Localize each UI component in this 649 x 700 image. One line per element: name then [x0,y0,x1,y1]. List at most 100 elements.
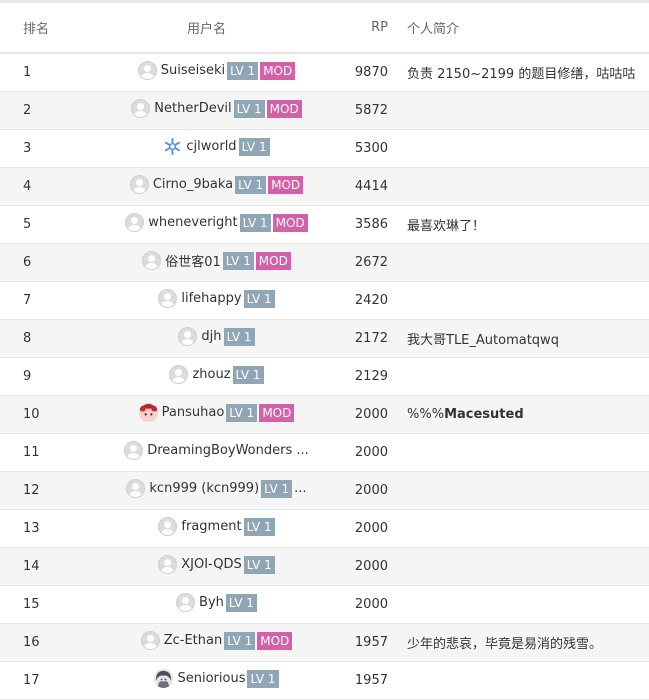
username-link[interactable]: Zc-Ethan [164,633,223,648]
username-link[interactable]: 俗世客01 [165,251,221,270]
intro-cell [388,92,649,130]
rank-cell: 11 [23,445,40,460]
rp-cell: 5300 [354,141,388,156]
col-rp-header: RP [338,3,388,54]
rp-cell: 1957 [354,635,388,650]
mod-badge: MOD [268,175,304,194]
rank-cell: 12 [23,483,40,498]
username-link[interactable]: djh [201,329,221,344]
level-badge: LV 1 [243,517,275,536]
avatar-default-icon[interactable] [178,327,198,346]
user-cell: DreamingBoyWonders ... [95,434,338,472]
level-badge: LV 1 [261,479,293,498]
level-badge: LV 1 [233,99,265,118]
level-badge: LV 1 [239,213,271,232]
avatar-default-icon[interactable] [140,631,160,650]
rp-cell: 1957 [354,673,388,688]
table-row: 7 lifehappy LV 1 2420 [0,282,649,320]
intro-cell: 最喜欢琳了！ [388,206,649,244]
avatar-default-icon[interactable] [131,99,151,118]
table-row: 6 俗世客01 LV 1 MOD 2672 [0,243,649,282]
user-cell: zhouz LV 1 [95,358,338,396]
avatar-default-icon[interactable] [169,365,189,384]
rank-cell: 15 [23,597,40,612]
user-info: cjlworld LV 1 [163,137,270,156]
user-cell: Byh LV 1 [95,586,338,624]
level-badge: LV 1 [243,555,275,574]
username-link[interactable]: zhouz [192,367,230,382]
user-info: 俗世客01 LV 1 MOD [142,251,291,270]
intro-cell [388,358,649,396]
rank-cell: 14 [23,559,40,574]
table-row: 14 XJOI-QDS LV 1 2000 [0,547,649,586]
avatar-default-icon[interactable] [142,251,162,270]
user-cell: Seniorious LV 1 [95,662,338,700]
table-row: 2 NetherDevil LV 1 MOD 5872 [0,91,649,130]
username-link[interactable]: Pansuhao [162,405,225,420]
mod-badge: MOD [257,631,293,650]
rank-cell: 1 [23,65,32,80]
rank-cell: 5 [23,217,32,232]
avatar-snowflake-icon[interactable] [163,137,183,156]
user-info: Cirno_9baka LV 1 MOD [129,175,304,194]
username-link[interactable]: Seniorious [177,671,245,686]
username-link[interactable]: Cirno_9baka [153,177,233,192]
col-rank-header: 排名 [0,3,95,54]
rp-cell: 4414 [354,179,388,194]
rp-cell: 9870 [354,65,388,80]
username-link[interactable]: Byh [199,595,224,610]
rp-cell: 3586 [354,217,388,232]
username-link[interactable]: DreamingBoyWonders ... [147,443,309,458]
rank-cell: 6 [23,255,32,270]
intro-cell: 我大哥TLE_Automatqwq [388,320,649,358]
username-link[interactable]: lifehappy [181,291,241,306]
username-link[interactable]: cjlworld [186,139,236,154]
rank-cell: 16 [23,635,40,650]
mod-badge: MOD [272,213,308,232]
avatar-default-icon[interactable] [137,61,157,80]
user-info: zhouz LV 1 [169,365,264,384]
intro-cell [388,168,649,206]
table-row: 8 djh LV 1 2172 我大哥TLE_Automatqwq [0,319,649,358]
table-body: 1 Suiseiseki LV 1 MOD 9870 负责 2150~2199 的题目修缮… [0,53,649,700]
rp-cell: 2172 [354,331,388,346]
user-info: Seniorious LV 1 [154,669,279,688]
user-info: Pansuhao LV 1 MOD [138,403,295,422]
rp-cell: 2000 [354,559,388,574]
avatar-default-icon[interactable] [158,517,178,536]
intro-text: 最喜欢琳了！ [407,219,486,234]
avatar-default-icon[interactable] [158,289,178,308]
avatar-default-icon[interactable] [124,441,144,460]
level-badge: LV 1 [223,327,255,346]
avatar-image[interactable] [138,403,158,422]
username-link[interactable]: Suiseiseki [161,63,225,78]
intro-cell [388,586,649,624]
user-info: XJOI-QDS LV 1 [158,555,275,574]
rank-cell: 2 [23,103,32,118]
user-cell: cjlworld LV 1 [95,130,338,168]
avatar-default-icon[interactable] [129,175,149,194]
avatar-default-icon[interactable] [126,479,146,498]
table-row: 4 Cirno_9baka LV 1 MOD 4414 [0,167,649,206]
ranking-table: 排名 用户名 RP 个人简介 1 Suiseiseki LV 1 MOD 9870 负责 … [0,3,649,700]
table-row: 17 Seniorious LV 1 1957 [0,662,649,700]
intro-text: 负责 2150~2199 的题目修缮，咕咕咕 [407,67,636,82]
username-link[interactable]: NetherDevil [154,101,231,116]
username-link[interactable]: XJOI-QDS [181,557,241,572]
level-badge: LV 1 [227,61,259,80]
user-cell: djh LV 1 [95,320,338,358]
rp-cell: 2000 [354,445,388,460]
avatar-image[interactable] [154,669,174,688]
avatar-default-icon[interactable] [125,213,145,232]
user-cell: XJOI-QDS LV 1 [95,548,338,586]
avatar-default-icon[interactable] [158,555,178,574]
username-link[interactable]: fragment [181,519,241,534]
rp-cell: 2000 [354,597,388,612]
avatar-default-icon[interactable] [176,593,196,612]
level-badge: LV 1 [226,403,258,422]
username-link[interactable]: wheneveright [148,215,237,230]
level-badge: LV 1 [247,669,279,688]
username-link[interactable]: kcn999 (kcn999) [149,481,259,496]
rank-cell: 13 [23,521,40,536]
user-info: kcn999 (kcn999) LV 1... [126,479,307,498]
